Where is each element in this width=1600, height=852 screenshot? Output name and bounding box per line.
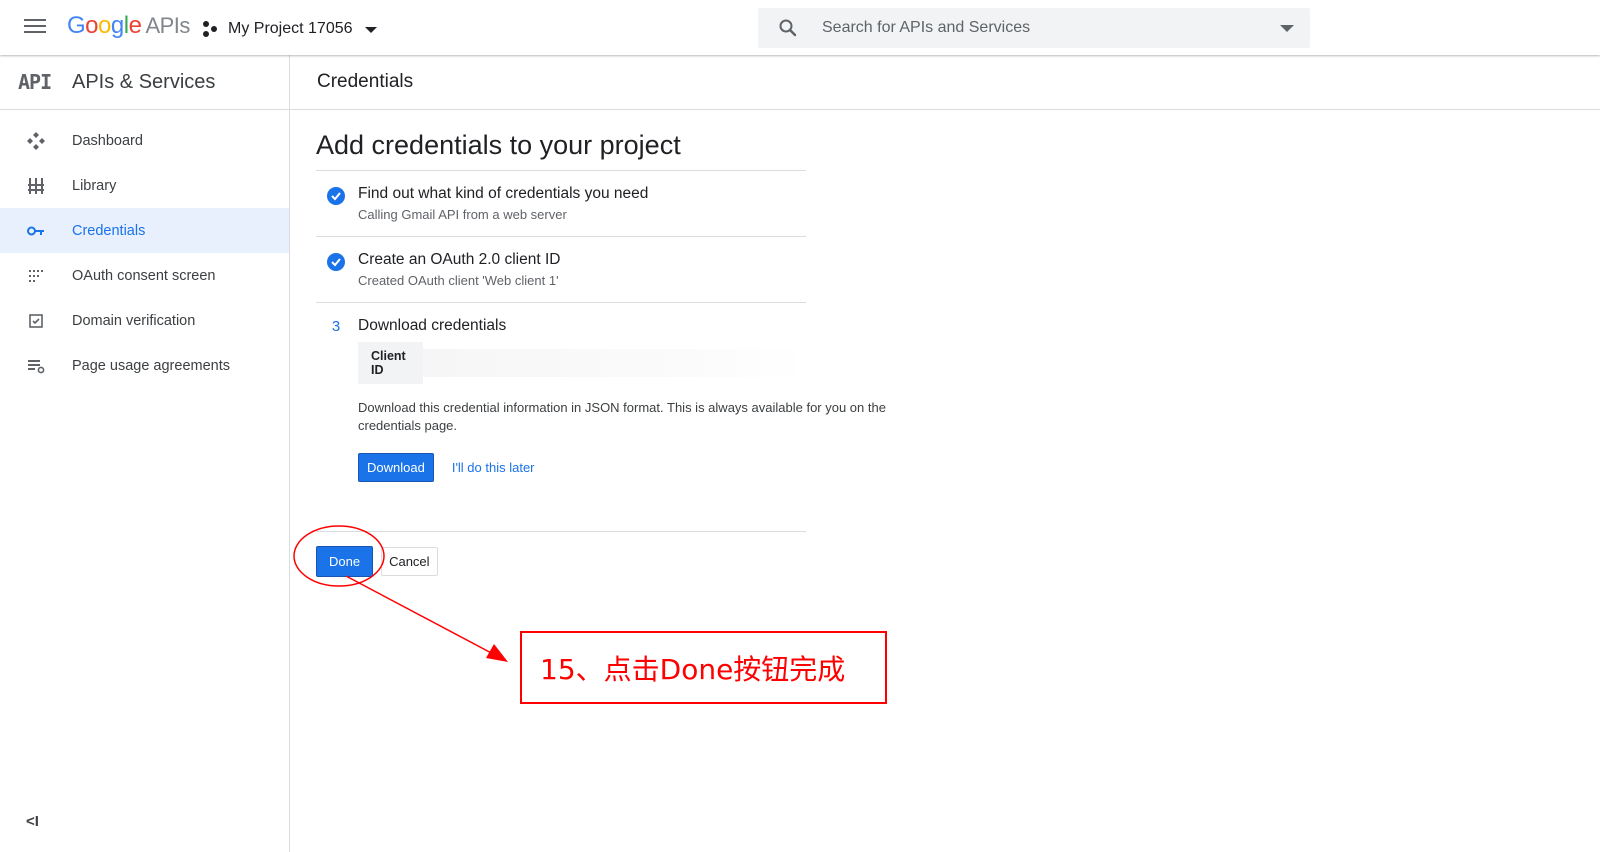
logo-letter: G: [67, 12, 86, 39]
search-icon: [776, 16, 800, 40]
sidebar: API APIs & Services Dashboard Library Cr…: [0, 55, 290, 852]
sidebar-title: APIs & Services: [72, 70, 216, 93]
chevron-down-icon: [364, 27, 377, 33]
logo-letter: o: [98, 12, 111, 39]
wizard-actions: Done Cancel: [316, 546, 806, 577]
sidebar-item-domain-verification[interactable]: Domain verification: [0, 298, 289, 343]
cancel-button[interactable]: Cancel: [381, 547, 438, 576]
hamburger-menu-icon[interactable]: [24, 16, 48, 38]
logo-letter: o: [85, 12, 99, 39]
sidebar-item-label: Credentials: [72, 222, 146, 239]
client-id-label: Client ID: [358, 342, 423, 384]
api-icon: API: [18, 70, 52, 94]
sidebar-nav: Dashboard Library Credentials OAuth cons…: [0, 118, 289, 388]
project-selector[interactable]: My Project 17056: [202, 17, 377, 41]
key-icon: [26, 221, 46, 241]
sidebar-item-label: OAuth consent screen: [72, 267, 216, 284]
download-description: Download this credential information in …: [358, 400, 886, 433]
sidebar-item-oauth-consent-screen[interactable]: OAuth consent screen: [0, 253, 289, 298]
wizard-heading: Add credentials to your project: [316, 130, 681, 160]
collapse-sidebar-icon[interactable]: <I: [26, 813, 39, 830]
sidebar-item-label: Page usage agreements: [72, 357, 230, 374]
logo-suffix: APIs: [145, 13, 190, 38]
sidebar-item-page-usage-agreements[interactable]: Page usage agreements: [0, 343, 289, 388]
search-input[interactable]: [820, 18, 1240, 38]
logo-letter: g: [110, 12, 124, 39]
library-icon: [26, 176, 46, 196]
project-icon: [202, 20, 220, 38]
annotation-callout: 15、点击Done按钮完成: [520, 631, 887, 704]
wizard-step-3: 3 Download credentials Client ID Downloa…: [316, 302, 886, 496]
check-circle-icon: [327, 253, 345, 271]
google-apis-logo[interactable]: Google APIs: [67, 12, 190, 40]
step-subtitle: Created OAuth client 'Web client 1': [358, 273, 559, 288]
sidebar-item-library[interactable]: Library: [0, 163, 289, 208]
sidebar-item-credentials[interactable]: Credentials: [0, 208, 289, 253]
top-header: Google APIs My Project 17056: [0, 0, 1600, 55]
step-title: Create an OAuth 2.0 client ID: [358, 251, 561, 268]
divider: [316, 531, 806, 532]
step-title: Download credentials: [358, 317, 507, 334]
logo-letter: e: [128, 12, 142, 39]
do-later-link[interactable]: I'll do this later: [452, 460, 535, 475]
client-id-value-redacted: [422, 349, 806, 377]
consent-screen-icon: [26, 266, 46, 286]
done-button[interactable]: Done: [316, 546, 374, 577]
sidebar-item-dashboard[interactable]: Dashboard: [0, 118, 289, 163]
download-actions: Download I'll do this later: [358, 453, 806, 482]
step-subtitle: Calling Gmail API from a web server: [358, 207, 567, 222]
project-name: My Project 17056: [228, 20, 353, 37]
sidebar-item-label: Dashboard: [72, 132, 143, 149]
step-title: Find out what kind of credentials you ne…: [358, 185, 649, 202]
main-content: Credentials Add credentials to your proj…: [290, 55, 1600, 852]
wizard-step-2: Create an OAuth 2.0 client ID Created OA…: [316, 236, 806, 302]
annotation-text: 15、点击Done按钮完成: [540, 652, 846, 686]
search-dropdown-icon[interactable]: [1280, 25, 1294, 32]
credentials-wizard: Add credentials to your project Find out…: [316, 130, 886, 577]
page-header: Credentials: [290, 55, 1600, 110]
sidebar-item-label: Library: [72, 177, 117, 194]
settings-list-icon: [26, 356, 46, 376]
sidebar-header: API APIs & Services: [0, 55, 289, 110]
check-circle-icon: [327, 187, 345, 205]
checkbox-icon: [26, 311, 46, 331]
sidebar-item-label: Domain verification: [72, 312, 196, 329]
client-id-row: Client ID: [358, 342, 806, 384]
step-number: 3: [331, 318, 341, 335]
wizard-step-1: Find out what kind of credentials you ne…: [316, 170, 806, 236]
download-button[interactable]: Download: [358, 453, 434, 482]
search-bar[interactable]: [758, 8, 1310, 48]
page-title: Credentials: [317, 71, 414, 92]
dashboard-icon: [26, 131, 46, 151]
